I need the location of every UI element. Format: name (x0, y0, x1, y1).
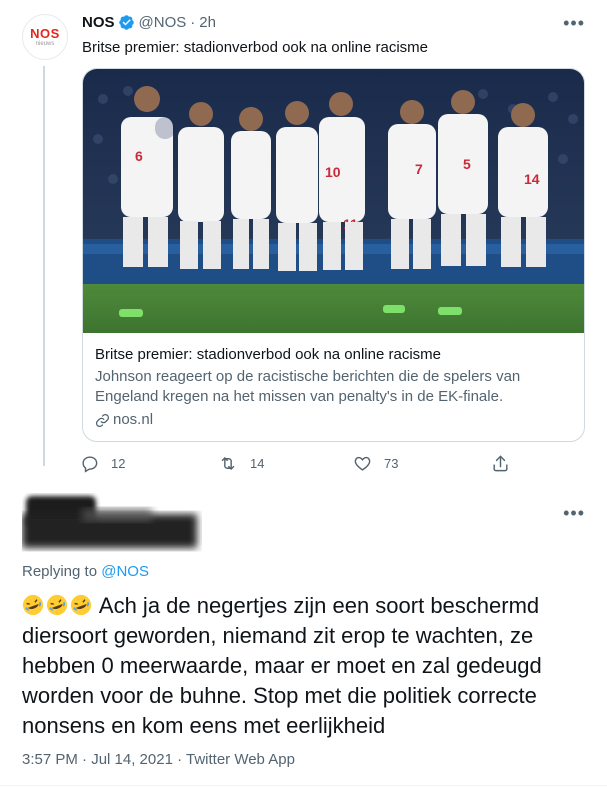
replying-prefix: Replying to (22, 563, 98, 580)
divider (0, 785, 607, 786)
more-icon[interactable]: ••• (563, 14, 585, 32)
tweet-text: Britse premier: stadionverbod ook na onl… (82, 39, 429, 56)
card-domain-text: nos.nl (113, 411, 154, 428)
retweet-icon (221, 457, 235, 470)
tweet-header: NOS @NOS · 2h (82, 14, 216, 31)
card-title: Britse premier: stadionverbod ook na onl… (95, 346, 442, 363)
svg-text:6: 6 (135, 148, 143, 164)
like-icon (354, 456, 371, 471)
replying-to: Replying to @NOS (22, 563, 149, 580)
tweet-time[interactable]: 2h (199, 14, 216, 31)
card-description: Johnson reageert op de racistische beric… (95, 368, 521, 405)
reply-timestamp[interactable]: 3:57 PM · Jul 14, 2021 · Twitter Web App (22, 751, 295, 768)
share-icon (493, 455, 508, 472)
nos-avatar[interactable]: NOS nieuws (22, 14, 68, 60)
card-domain: nos.nl (95, 410, 572, 430)
rofl-emoji (22, 594, 44, 616)
verified-icon (118, 15, 134, 30)
tweet-actions: 12 14 73 (80, 454, 522, 473)
link-icon (95, 413, 110, 427)
card-image: 610751411 (83, 69, 584, 333)
retweet-button[interactable]: 14 (218, 454, 353, 473)
card-body: Britse premier: stadionverbod ook na onl… (95, 345, 572, 430)
svg-text:7: 7 (415, 161, 423, 177)
reply-text: Ach ja de negertjes zijn een soort besch… (22, 593, 542, 738)
separator-dot: · (190, 14, 196, 31)
rofl-emoji (70, 594, 92, 616)
avatar-logo-text: NOS (30, 25, 60, 41)
author-handle[interactable]: @NOS (139, 14, 187, 31)
like-button[interactable]: 73 (353, 454, 491, 473)
reply-button[interactable]: 12 (80, 454, 218, 473)
svg-text:10: 10 (325, 164, 341, 180)
share-button[interactable] (491, 454, 522, 473)
thread-line (43, 66, 45, 466)
svg-text:14: 14 (524, 171, 540, 187)
like-count: 73 (384, 456, 399, 471)
avatar-sub-text: nieuws (35, 40, 55, 47)
replying-mention[interactable]: @NOS (101, 563, 149, 580)
reply-icon (82, 456, 98, 473)
author-name[interactable]: NOS (82, 14, 115, 31)
link-card[interactable]: 610751411 Britse premier: stadionverbod … (82, 68, 585, 442)
reply-more-icon[interactable]: ••• (563, 504, 585, 522)
rofl-emoji (46, 594, 68, 616)
reply-count: 12 (111, 456, 126, 471)
redacted-user-name (22, 508, 197, 548)
svg-text:5: 5 (463, 156, 471, 172)
retweet-count: 14 (250, 456, 265, 471)
reply-text-block: Ach ja de negertjes zijn een soort besch… (22, 591, 587, 741)
